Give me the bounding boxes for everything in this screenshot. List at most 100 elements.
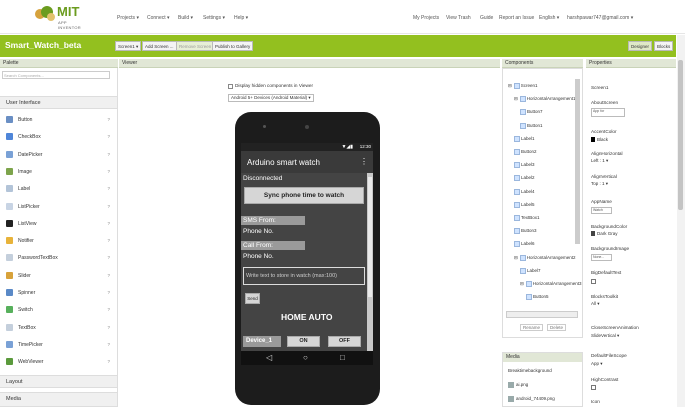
help-icon[interactable]: ?: [107, 221, 110, 226]
component-tree-item[interactable]: Label2: [514, 175, 535, 182]
help-icon[interactable]: ?: [107, 152, 110, 157]
component-tree-item[interactable]: Label4: [514, 188, 535, 195]
menu-build[interactable]: Build ▾: [178, 15, 193, 21]
palette-item-webviewer[interactable]: WebViewer?: [4, 356, 116, 369]
component-tree-item[interactable]: ⊟ HorizontalArrangement1: [514, 96, 576, 103]
palette-item-checkbox[interactable]: CheckBox?: [4, 131, 116, 144]
component-tree-item[interactable]: Label3: [514, 162, 535, 169]
palette-item-notifier[interactable]: Notifier?: [4, 235, 116, 248]
help-icon[interactable]: ?: [107, 204, 110, 209]
background-image-input[interactable]: None...: [591, 254, 612, 261]
components-hscroll[interactable]: [506, 311, 578, 318]
component-tree-item[interactable]: TextBox1: [514, 215, 540, 221]
nav-back-icon[interactable]: ◁: [266, 353, 272, 362]
component-tree-item[interactable]: ⊟ Screen1: [508, 83, 538, 89]
my-projects-link[interactable]: My Projects: [413, 15, 439, 21]
report-issue-link[interactable]: Report an Issue: [499, 15, 534, 21]
send-button[interactable]: Send: [245, 293, 260, 304]
big-default-text-checkbox[interactable]: [591, 279, 596, 284]
hidden-components-checkbox[interactable]: [228, 84, 233, 89]
overflow-menu-icon[interactable]: ⋮: [360, 157, 368, 166]
off-button[interactable]: OFF: [328, 336, 361, 347]
remove-screen-button[interactable]: Remove Screen: [176, 41, 215, 51]
view-trash-link[interactable]: View Trash: [446, 15, 471, 21]
on-button[interactable]: ON: [287, 336, 320, 347]
app-inventor-logo[interactable]: MIT APP INVENTOR: [31, 4, 83, 30]
component-tree-item[interactable]: Button1: [520, 122, 543, 129]
help-icon[interactable]: ?: [107, 325, 110, 330]
help-icon[interactable]: ?: [107, 342, 110, 347]
tree-collapse-icon[interactable]: ⊟: [514, 255, 518, 260]
palette-section-layout[interactable]: Layout: [0, 375, 117, 388]
high-contrast-checkbox[interactable]: [591, 385, 596, 390]
blocks-button[interactable]: Blocks: [654, 41, 674, 51]
help-icon[interactable]: ?: [107, 238, 110, 243]
menu-projects[interactable]: Projects ▾: [117, 15, 139, 21]
default-file-scope-select[interactable]: App ▾: [591, 361, 603, 367]
component-tree-item[interactable]: Label6: [514, 241, 535, 248]
palette-search-input[interactable]: Search Components...: [2, 71, 110, 79]
screen-scroll-thumb[interactable]: [368, 177, 372, 297]
component-tree-item[interactable]: Button7: [520, 109, 543, 116]
palette-item-button[interactable]: Button?: [4, 114, 116, 127]
menu-help[interactable]: Help ▾: [234, 15, 248, 21]
guide-link[interactable]: Guide: [480, 15, 493, 21]
add-screen-button[interactable]: Add Screen ...: [142, 41, 177, 51]
tree-collapse-icon[interactable]: ⊟: [508, 83, 512, 88]
media-file-1[interactable]: Breaktimebackground: [508, 368, 552, 373]
palette-item-image[interactable]: Image?: [4, 166, 116, 179]
menu-settings[interactable]: Settings ▾: [203, 15, 225, 21]
palette-item-listpicker[interactable]: ListPicker?: [4, 201, 116, 214]
palette-section-media[interactable]: Media: [0, 392, 117, 407]
page-scroll-thumb[interactable]: [678, 60, 683, 210]
help-icon[interactable]: ?: [107, 359, 110, 364]
palette-item-datepicker[interactable]: DatePicker?: [4, 149, 116, 162]
help-icon[interactable]: ?: [107, 117, 110, 122]
palette-item-listview[interactable]: ListView?: [4, 218, 116, 231]
nav-recent-icon[interactable]: □: [340, 353, 345, 362]
help-icon[interactable]: ?: [107, 255, 110, 260]
palette-item-textbox[interactable]: TextBox?: [4, 322, 116, 335]
screen-dropdown[interactable]: Screen1 ▾: [115, 41, 142, 51]
component-tree-item[interactable]: Label1: [514, 135, 535, 142]
help-icon[interactable]: ?: [107, 169, 110, 174]
component-tree-item[interactable]: Button2: [514, 149, 537, 155]
publish-gallery-button[interactable]: Publish to Gallery: [212, 41, 254, 51]
language-menu[interactable]: English ▾: [539, 15, 559, 21]
components-vscroll[interactable]: [575, 79, 580, 244]
delete-button[interactable]: Delete: [547, 324, 567, 331]
menu-connect[interactable]: Connect ▾: [147, 15, 170, 21]
device-size-select[interactable]: Android 5+ Devices (Android Material) ▾: [228, 94, 314, 102]
component-tree-item[interactable]: Label5: [514, 201, 535, 208]
nav-home-icon[interactable]: ○: [303, 353, 308, 362]
tree-collapse-icon[interactable]: ⊟: [514, 96, 518, 101]
component-tree-item[interactable]: Label7: [520, 267, 541, 274]
help-icon[interactable]: ?: [107, 307, 110, 312]
align-vertical-select[interactable]: Top : 1 ▾: [591, 181, 608, 187]
background-color-value[interactable]: Dark Gray: [591, 231, 618, 237]
palette-section-user-interface[interactable]: User Interface: [0, 96, 117, 109]
component-tree-item[interactable]: ⊟ HorizontalArrangement3: [520, 281, 582, 287]
blocks-toolkit-select[interactable]: All ▾: [591, 301, 600, 307]
rename-button[interactable]: Rename: [520, 324, 544, 331]
help-icon[interactable]: ?: [107, 186, 110, 191]
app-name-input[interactable]: Watch: [591, 207, 612, 214]
close-screen-animation-select[interactable]: SlideVertical ▾: [591, 333, 619, 339]
component-tree-item[interactable]: ⊟ HorizontalArrangement2: [514, 254, 576, 261]
help-icon[interactable]: ?: [107, 290, 110, 295]
about-screen-input[interactable]: App for: [591, 108, 625, 117]
accent-color-value[interactable]: Black: [591, 137, 608, 143]
designer-button[interactable]: Designer: [628, 41, 653, 51]
watch-text-input[interactable]: Write text to store in watch (max:100): [243, 267, 365, 285]
palette-item-slider[interactable]: Slider?: [4, 270, 116, 283]
media-file-3[interactable]: android_74409.png: [516, 396, 555, 401]
palette-item-timepicker[interactable]: TimePicker?: [4, 339, 116, 352]
component-tree-item[interactable]: Button5: [526, 294, 549, 301]
account-menu[interactable]: harshpawar747@gmail.com ▾: [567, 15, 633, 21]
help-icon[interactable]: ?: [107, 273, 110, 278]
palette-item-label[interactable]: Label?: [4, 183, 116, 196]
palette-item-spinner[interactable]: Spinner?: [4, 287, 116, 300]
sync-time-button[interactable]: Sync phone time to watch: [244, 187, 364, 204]
component-tree-item[interactable]: Button3: [514, 228, 537, 235]
palette-item-switch[interactable]: Switch?: [4, 304, 116, 317]
